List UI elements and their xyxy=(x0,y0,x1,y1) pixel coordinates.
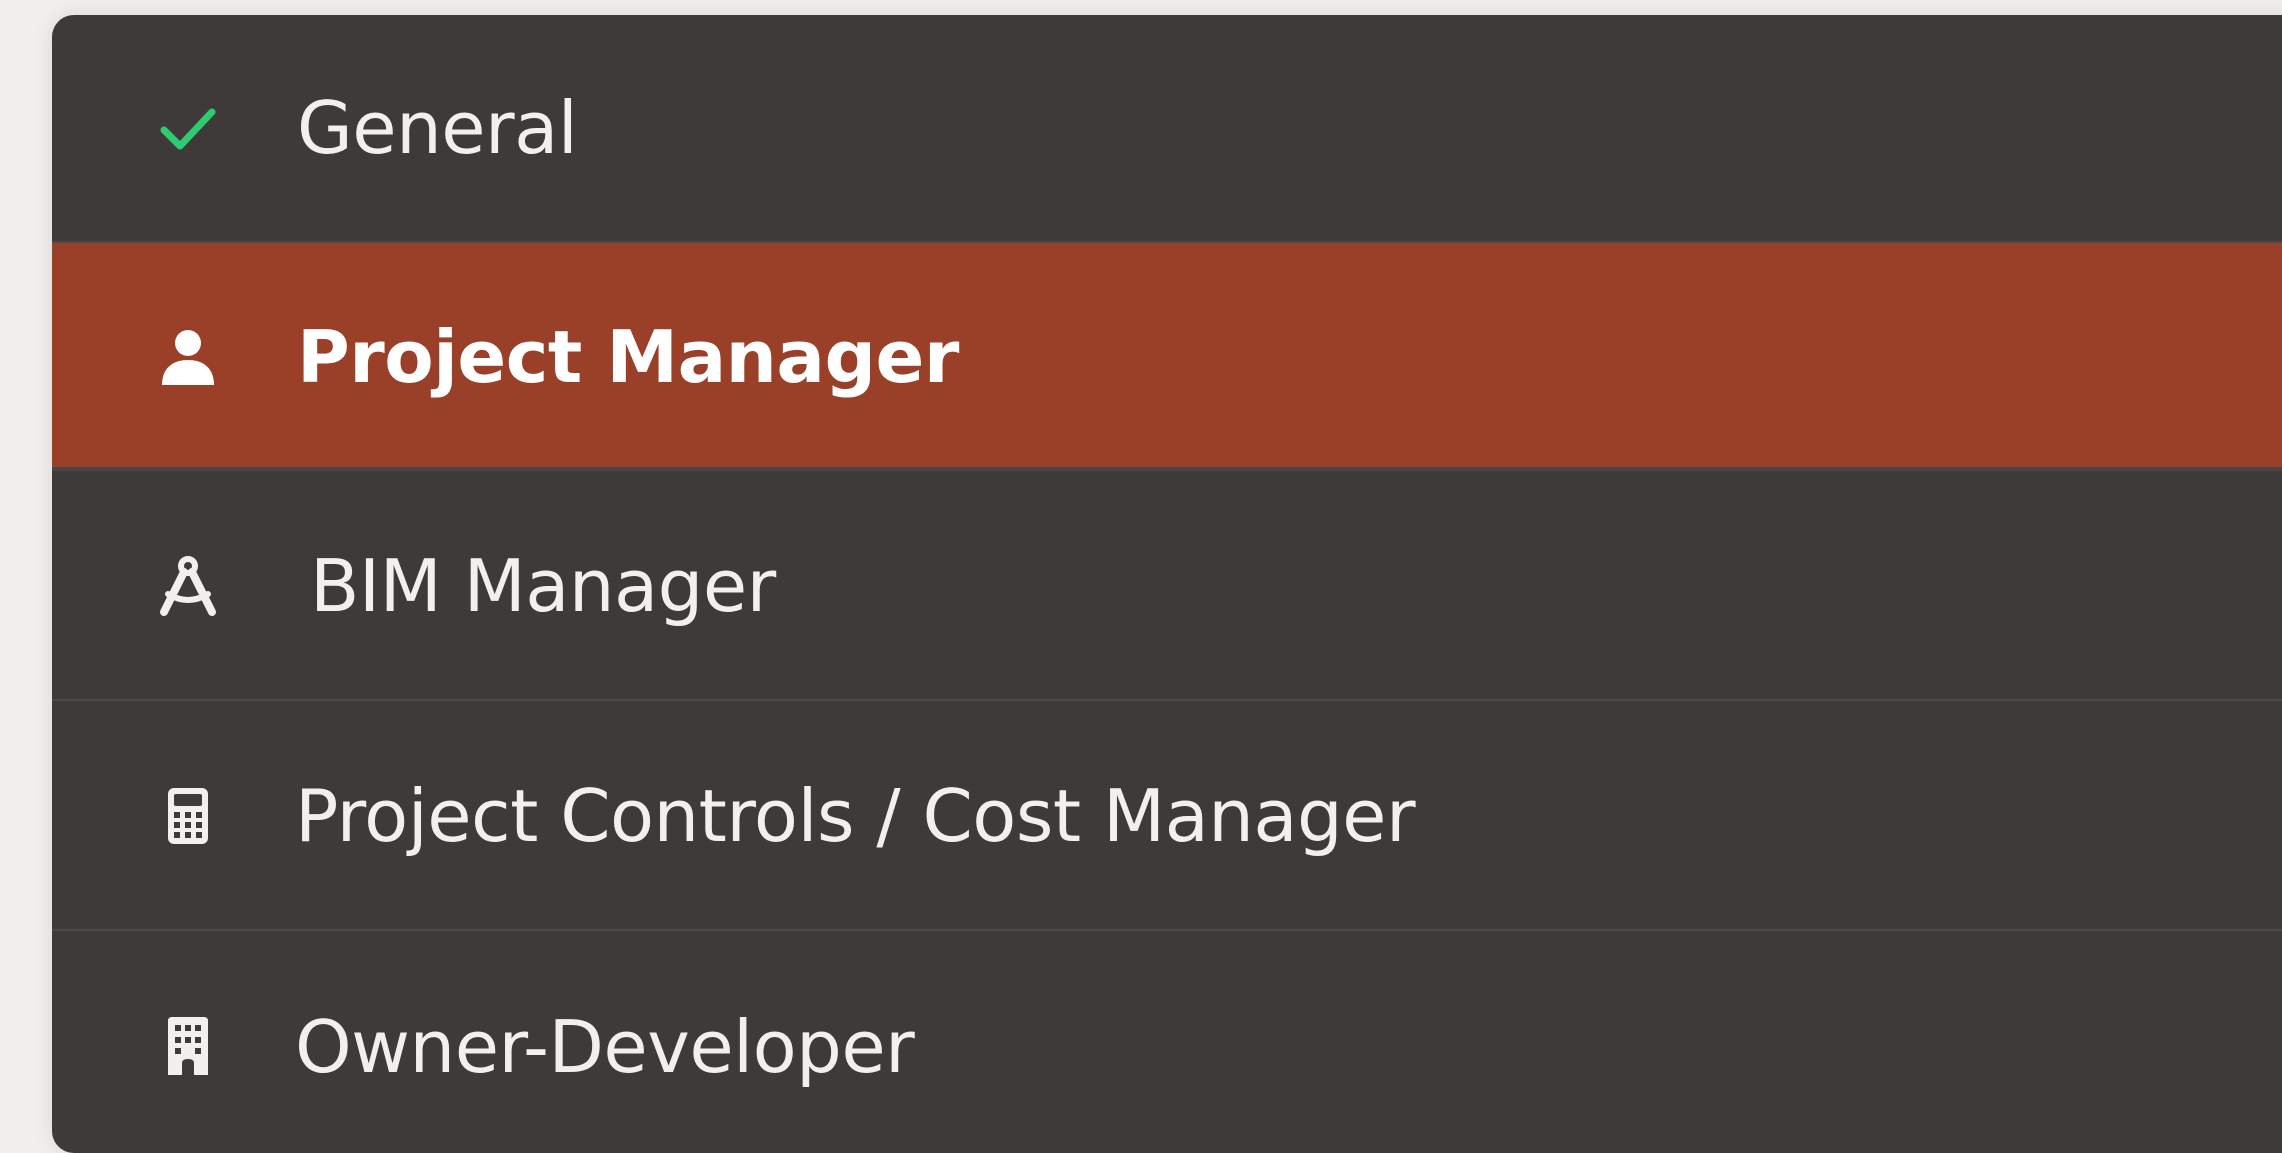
menu-item-project-controls[interactable]: Project Controls / Cost Manager xyxy=(52,703,2282,931)
role-dropdown-menu: General Project Manager BIM Manager Proj… xyxy=(52,15,2282,1153)
compass-drafting-icon xyxy=(156,554,220,618)
calculator-icon xyxy=(156,784,220,848)
menu-item-label: BIM Manager xyxy=(310,544,776,628)
menu-item-owner-developer[interactable]: Owner-Developer xyxy=(52,933,2282,1153)
building-icon xyxy=(156,1015,220,1079)
user-icon xyxy=(156,325,220,389)
menu-item-label: General xyxy=(297,86,578,170)
menu-item-label: Project Manager xyxy=(297,315,959,399)
menu-item-general[interactable]: General xyxy=(52,15,2282,243)
menu-item-bim-manager[interactable]: BIM Manager xyxy=(52,473,2282,701)
menu-item-project-manager[interactable]: Project Manager xyxy=(52,243,2282,471)
menu-item-label: Owner-Developer xyxy=(295,1005,915,1089)
check-icon xyxy=(156,96,220,160)
menu-item-label: Project Controls / Cost Manager xyxy=(295,774,1416,858)
